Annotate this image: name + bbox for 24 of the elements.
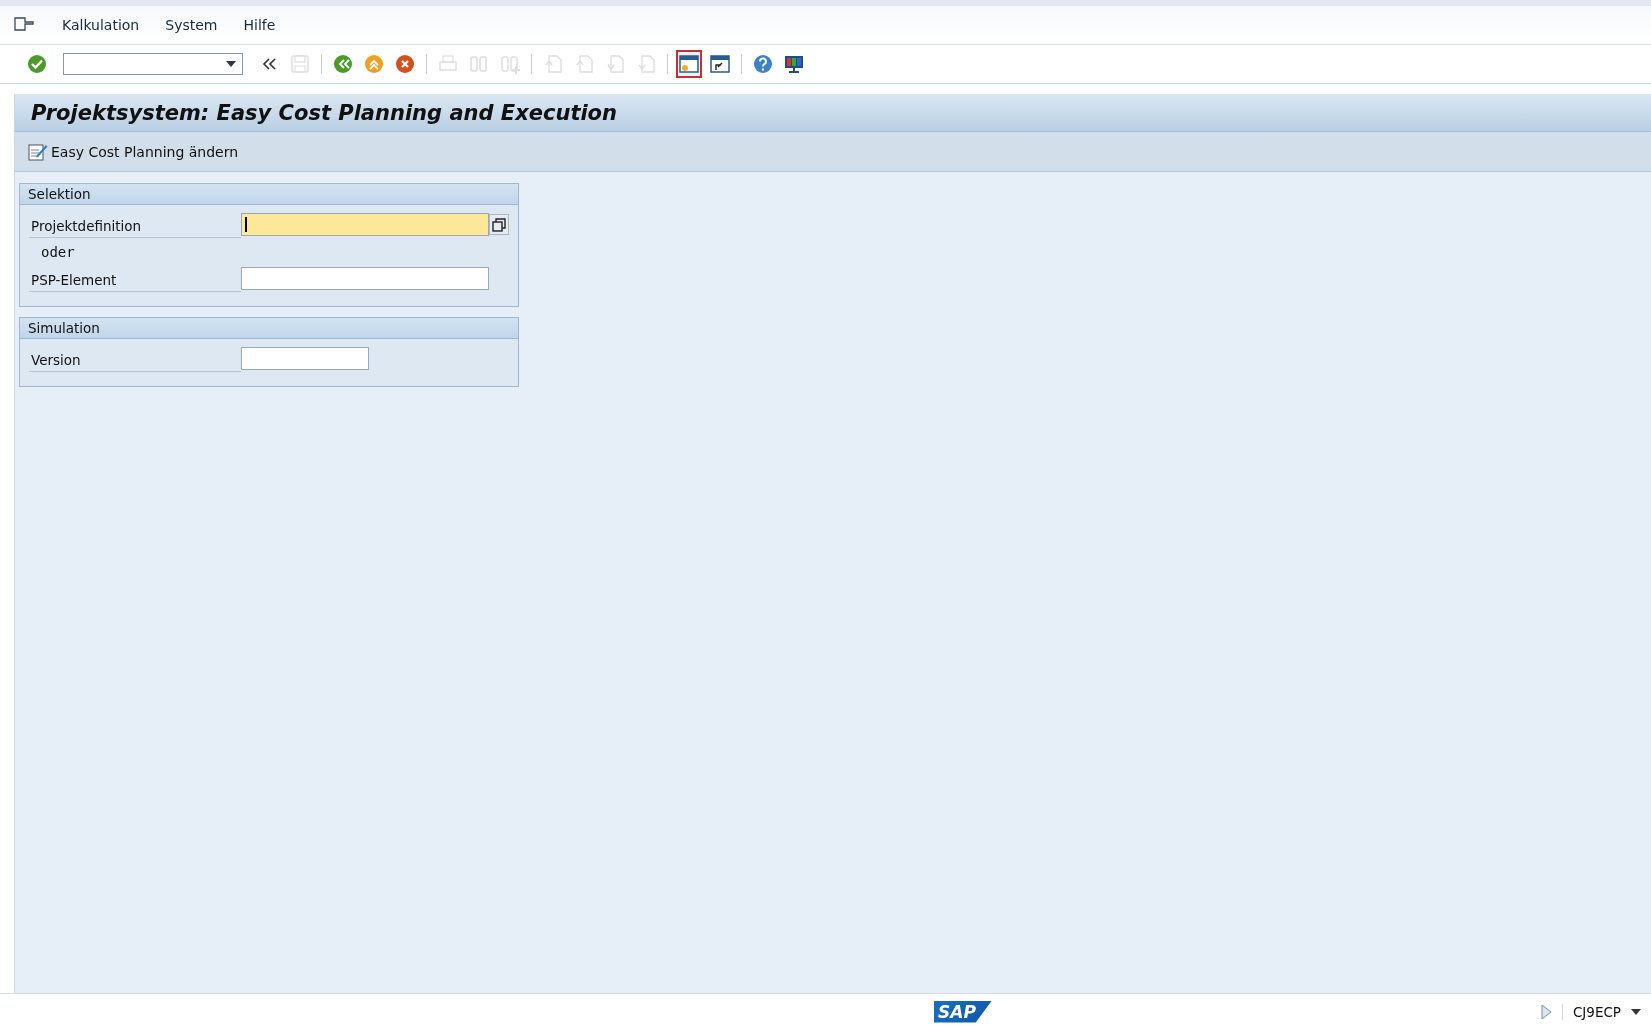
input-field[interactable] (241, 347, 369, 370)
new-window-icon[interactable] (676, 50, 702, 78)
transaction-code: CJ9ECP (1561, 1003, 1621, 1020)
edit-planning-button[interactable]: Easy Cost Planning ändern (26, 139, 241, 164)
field-label: PSP-Element (29, 268, 241, 292)
play-icon[interactable] (1539, 1003, 1552, 1020)
menu-item[interactable]: Hilfe (243, 17, 276, 33)
screen-title: Projektsystem: Easy Cost Planning and Execution (31, 100, 617, 125)
menu-item[interactable]: Kalkulation (62, 17, 140, 33)
command-field[interactable] (63, 53, 243, 75)
pencil-table-icon (28, 141, 48, 162)
input-field[interactable] (241, 267, 489, 290)
caret-icon[interactable] (1631, 1008, 1641, 1015)
field-label: Version (29, 348, 241, 372)
sap-logo: SAP (934, 1000, 992, 1023)
group-title: Simulation (28, 320, 100, 336)
menu-icon[interactable] (14, 17, 34, 33)
group-title: Selektion (28, 186, 91, 202)
input-field[interactable] (241, 213, 489, 236)
or-text: oder (41, 243, 75, 260)
menu-item[interactable]: System (165, 17, 218, 33)
value-help-button[interactable] (489, 214, 509, 235)
caret-icon[interactable] (226, 61, 236, 67)
field-label: Projektdefinition (29, 214, 241, 238)
